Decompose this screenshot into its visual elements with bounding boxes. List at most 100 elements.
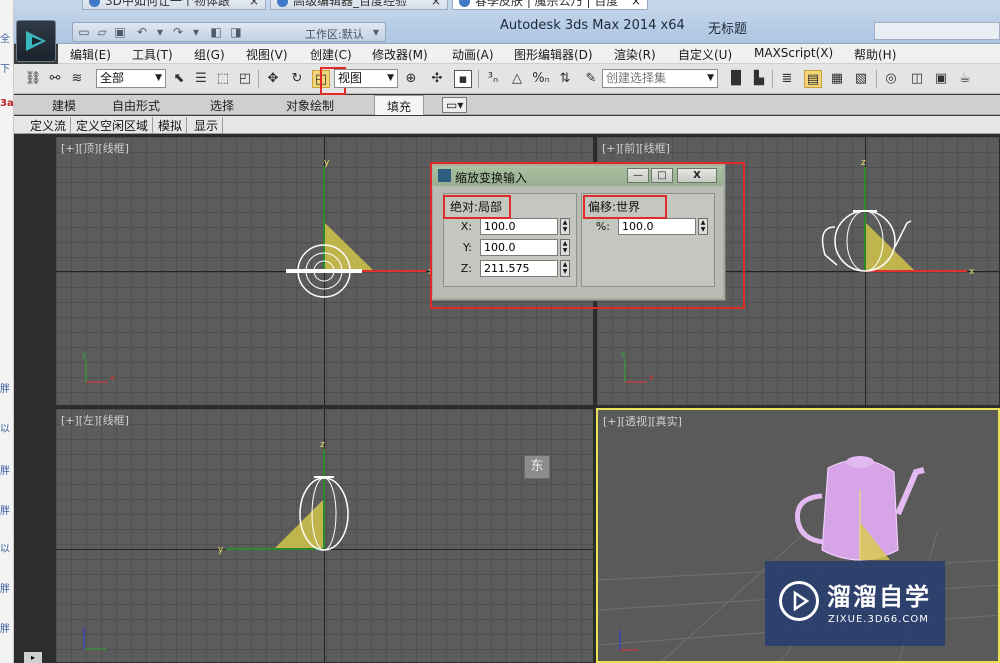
svg-text:x: x — [969, 267, 975, 277]
strip-char: 下 — [0, 64, 10, 75]
unlink-icon[interactable]: ⚯ — [46, 70, 64, 88]
move-icon[interactable]: ✥ — [264, 70, 282, 88]
separator — [876, 70, 877, 88]
svg-text:z: z — [861, 158, 866, 168]
percent-snap-icon[interactable]: %ₙ — [532, 70, 550, 88]
pivot-center-icon[interactable]: ⊕ — [402, 70, 420, 88]
keyboard-shortcut-icon[interactable]: ▪ — [454, 70, 472, 88]
play-logo-icon — [779, 581, 819, 621]
snap-toggle-icon[interactable]: ³ₙ — [484, 70, 502, 88]
open-file-icon[interactable]: ▱ — [95, 25, 109, 39]
selection-filter-dropdown[interactable]: 全部 ▼ — [96, 69, 166, 88]
graphite-ribbon-icon[interactable]: ▤ — [804, 70, 822, 88]
viewcube[interactable]: 东 — [524, 455, 550, 479]
undo-icon[interactable]: ↶ — [135, 25, 149, 39]
tab-modeling[interactable]: 建模 — [52, 97, 76, 114]
menu-create[interactable]: 创建(C) — [310, 46, 352, 63]
baidu-icon — [89, 0, 100, 7]
material-editor-icon[interactable]: ◎ — [882, 70, 900, 88]
browser-left-strip: 全 下 3a 胖 以 胖 胖 以 胖 胖 — [0, 0, 14, 663]
menu-modifiers[interactable]: 修改器(M) — [372, 46, 428, 63]
chevron-down-icon[interactable]: ▾ — [189, 25, 203, 39]
chevron-down-icon: ▼ — [387, 73, 394, 83]
named-selection-dropdown[interactable]: 创建选择集 ▼ — [602, 69, 718, 88]
align-icon[interactable]: ▙ — [750, 70, 768, 88]
window-crossing-icon[interactable]: ◰ — [236, 70, 254, 88]
infocenter-search[interactable] — [874, 22, 1000, 40]
select-object-icon[interactable]: ⬉ — [170, 70, 188, 88]
menu-group[interactable]: 组(G) — [194, 46, 225, 63]
menu-views[interactable]: 视图(V) — [246, 46, 288, 63]
subtab-define-idle-areas[interactable]: 定义空闲区域 — [72, 117, 154, 134]
menu-help[interactable]: 帮助(H) — [854, 46, 896, 63]
menu-tools[interactable]: 工具(T) — [132, 46, 173, 63]
baidu-icon — [459, 0, 470, 7]
fetch-icon[interactable]: ◨ — [229, 25, 243, 39]
render-teapot-icon[interactable]: ☕ — [956, 70, 974, 88]
close-icon[interactable]: × — [631, 0, 641, 9]
reference-coord-dropdown[interactable]: 视图 ▼ — [334, 69, 398, 88]
layer-manager-icon[interactable]: ≣ — [778, 70, 796, 88]
bind-spacewarp-icon[interactable]: ≋ — [68, 70, 86, 88]
tab-populate[interactable]: 填充 — [374, 95, 425, 115]
expand-arrow-button[interactable]: ▸ — [24, 652, 42, 663]
svg-text:x: x — [649, 373, 654, 382]
svg-text:z: z — [621, 350, 625, 359]
tab-freeform[interactable]: 自由形式 — [112, 97, 160, 114]
spinner-snap-icon[interactable]: ⇅ — [556, 70, 574, 88]
dialog-annotation-box — [430, 162, 745, 309]
save-icon[interactable]: ▣ — [113, 25, 127, 39]
close-icon[interactable]: × — [431, 0, 441, 9]
menu-edit[interactable]: 编辑(E) — [70, 46, 111, 63]
menu-rendering[interactable]: 渲染(R) — [614, 46, 656, 63]
rendered-frame-icon[interactable]: ▣ — [932, 70, 950, 88]
tab-object-paint[interactable]: 对象绘制 — [286, 97, 334, 114]
browser-tab-active[interactable]: 春季皮肤 | 魔宗公乃 | 百度 × — [452, 0, 648, 10]
svg-text:x: x — [110, 373, 115, 382]
render-setup-icon[interactable]: ◫ — [908, 70, 926, 88]
viewcube-label: 东 — [530, 459, 544, 474]
ribbon-options-button[interactable]: ▭▾ — [442, 97, 468, 113]
svg-text:y: y — [218, 545, 224, 555]
curve-editor-icon[interactable]: ▦ — [828, 70, 846, 88]
teapot-left-wireframe: z y — [83, 440, 349, 650]
menu-customize[interactable]: 自定义(U) — [678, 46, 732, 63]
chevron-down-icon[interactable]: ▾ — [153, 25, 167, 39]
link-icon[interactable]: ⛓ — [24, 70, 42, 88]
menu-maxscript[interactable]: MAXScript(X) — [754, 46, 833, 60]
quick-access-toolbar: ▭ ▱ ▣ ↶ ▾ ↷ ▾ ◧ ◨ 工作区:默认 ▾ — [72, 22, 386, 42]
rectangular-selection-icon[interactable]: ⬚ — [214, 70, 232, 88]
menu-animation[interactable]: 动画(A) — [452, 46, 494, 63]
chevron-down-icon: ▼ — [155, 73, 162, 83]
select-manipulate-icon[interactable]: ✣ — [428, 70, 446, 88]
subtab-simulate[interactable]: 模拟 — [154, 117, 188, 134]
svg-text:y: y — [324, 158, 330, 168]
new-file-icon[interactable]: ▭ — [77, 25, 91, 39]
edit-named-selection-icon[interactable]: ✎ — [582, 70, 600, 88]
menu-graph-editors[interactable]: 图形编辑器(D) — [514, 46, 593, 63]
workspace-label[interactable]: 工作区:默认 — [305, 26, 364, 42]
angle-snap-icon[interactable]: △ — [508, 70, 526, 88]
hold-icon[interactable]: ◧ — [209, 25, 223, 39]
rotate-icon[interactable]: ↻ — [288, 70, 306, 88]
subtab-define-flows[interactable]: 定义流 — [26, 117, 72, 134]
tab-selection[interactable]: 选择 — [210, 97, 234, 114]
redo-icon[interactable]: ↷ — [171, 25, 185, 39]
app-logo-button[interactable] — [16, 20, 56, 62]
title-bar: 3D中如何让一个物体跟 × 高级编辑器_百度经验 × 春季皮肤 | 魔宗公乃 |… — [14, 0, 1000, 44]
document-title: 无标题 — [708, 22, 748, 37]
browser-tab[interactable]: 3D中如何让一个物体跟 × — [82, 0, 266, 10]
mirror-icon[interactable]: ▐▌ — [726, 70, 746, 88]
schematic-view-icon[interactable]: ▧ — [852, 70, 870, 88]
subtab-display[interactable]: 显示 — [190, 117, 224, 134]
chevron-down-icon[interactable]: ▾ — [369, 25, 383, 39]
close-icon[interactable]: × — [249, 0, 259, 9]
watermark-url: ZIXUE.3D66.COM — [828, 614, 929, 625]
strip-char: 全 — [0, 34, 10, 45]
chevron-down-icon: ▼ — [707, 73, 714, 83]
offset-annotation-box — [583, 195, 667, 219]
select-by-name-icon[interactable]: ☰ — [192, 70, 210, 88]
viewport-left[interactable]: [+][左][线框] z y 东 — [55, 408, 594, 663]
separator — [772, 70, 773, 88]
browser-tab[interactable]: 高级编辑器_百度经验 × — [270, 0, 448, 10]
